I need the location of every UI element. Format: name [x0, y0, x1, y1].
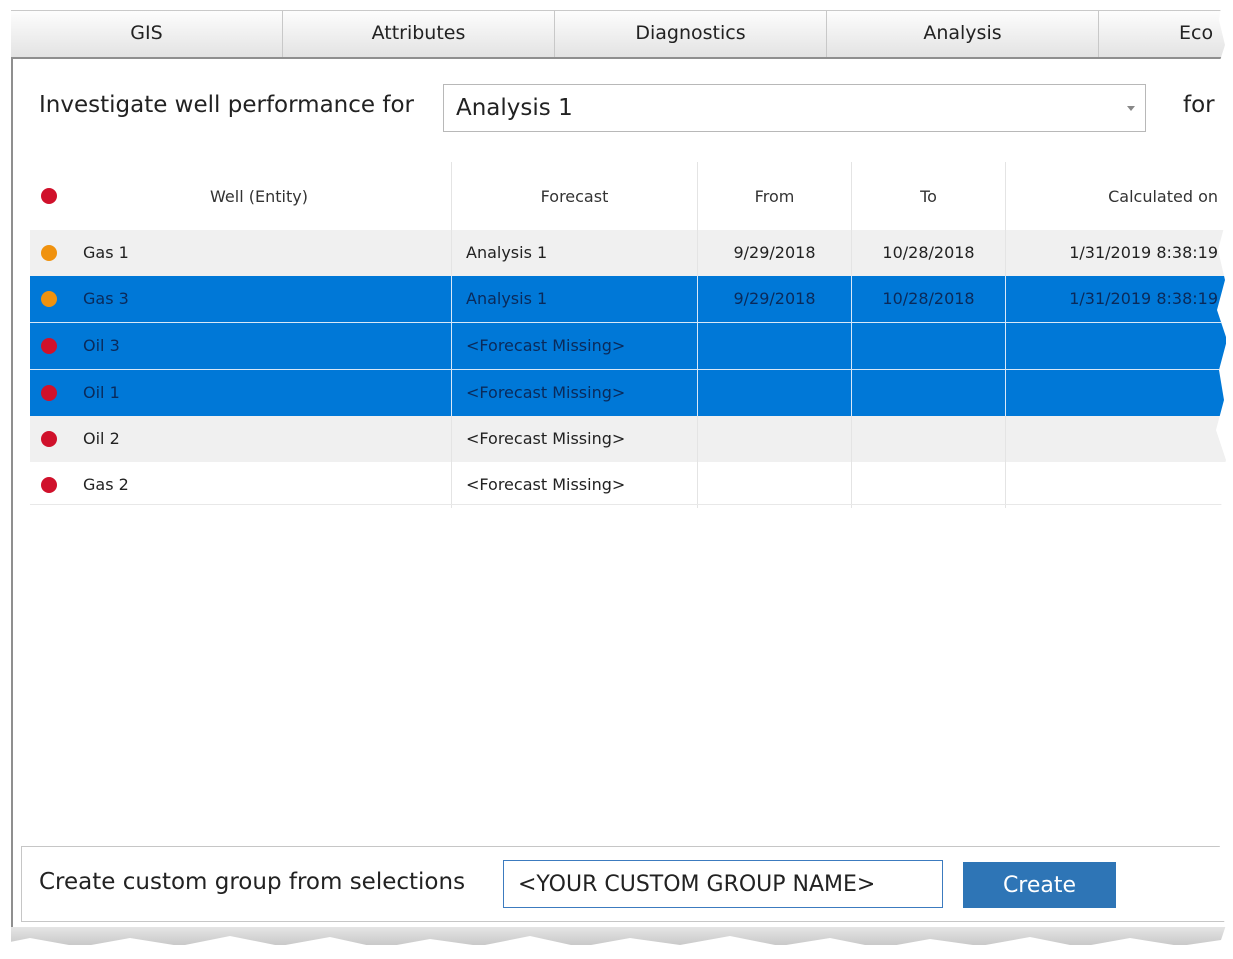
header-well[interactable]: Well (Entity)	[67, 162, 452, 230]
to-cell	[852, 370, 1006, 416]
table-row[interactable]: Oil 3 <Forecast Missing>	[30, 322, 1226, 369]
calculated-cell	[1006, 323, 1226, 369]
header-from[interactable]: From	[698, 162, 852, 230]
grid-header-row: Well (Entity) Forecast From To Calculate…	[30, 162, 1226, 230]
from-cell	[698, 416, 852, 462]
status-dot-icon	[41, 385, 57, 401]
table-row[interactable]: Oil 1 <Forecast Missing>	[30, 369, 1226, 416]
to-cell	[852, 416, 1006, 462]
calculated-cell	[1006, 416, 1226, 462]
status-dot-icon	[41, 431, 57, 447]
analysis-dropdown-value: Analysis 1	[456, 95, 573, 121]
forecast-cell: <Forecast Missing>	[452, 462, 698, 508]
tab-analysis[interactable]: Analysis	[827, 11, 1099, 57]
status-cell	[30, 230, 67, 276]
from-cell	[698, 370, 852, 416]
from-cell	[698, 462, 852, 508]
wells-grid: Well (Entity) Forecast From To Calculate…	[30, 162, 1226, 508]
forecast-cell: Analysis 1	[452, 276, 698, 322]
status-header-cell[interactable]	[30, 162, 67, 230]
header-forecast[interactable]: Forecast	[452, 162, 698, 230]
status-cell	[30, 416, 67, 462]
well-cell: Gas 1	[67, 230, 452, 276]
table-row[interactable]: Gas 2 <Forecast Missing>	[30, 462, 1226, 508]
bottom-scroll-strip	[11, 927, 1226, 945]
table-row[interactable]: Gas 3 Analysis 1 9/29/2018 10/28/2018 1/…	[30, 276, 1226, 322]
well-cell: Oil 2	[67, 416, 452, 462]
well-cell: Oil 3	[67, 323, 452, 369]
to-cell: 10/28/2018	[852, 276, 1006, 322]
well-cell: Gas 2	[67, 462, 452, 508]
for-label: for	[1183, 92, 1215, 118]
status-dot-icon	[41, 338, 57, 354]
investigate-label: Investigate well performance for	[39, 92, 414, 118]
custom-group-name-input[interactable]	[503, 860, 943, 908]
grid-divider	[30, 504, 1226, 505]
calculated-cell	[1006, 462, 1226, 508]
calculated-cell: 1/31/2019 8:38:19	[1069, 243, 1218, 262]
tab-diagnostics[interactable]: Diagnostics	[555, 11, 827, 57]
table-row[interactable]: Gas 1 Analysis 1 9/29/2018 10/28/2018 1/…	[30, 230, 1226, 276]
to-cell	[852, 323, 1006, 369]
tab-attributes[interactable]: Attributes	[283, 11, 555, 57]
tab-gis[interactable]: GIS	[11, 11, 283, 57]
status-cell	[30, 370, 67, 416]
create-button[interactable]: Create	[963, 862, 1116, 908]
tab-economics[interactable]: Eco	[1099, 11, 1226, 57]
from-cell	[698, 323, 852, 369]
status-cell	[30, 462, 67, 508]
to-cell	[852, 462, 1006, 508]
status-cell	[30, 323, 67, 369]
calculated-cell	[1006, 370, 1226, 416]
from-cell: 9/29/2018	[698, 230, 852, 276]
custom-group-label: Create custom group from selections	[39, 869, 466, 895]
forecast-cell: <Forecast Missing>	[452, 416, 698, 462]
analysis-dropdown[interactable]: Analysis 1	[443, 84, 1146, 132]
header-calculated-on[interactable]: Calculated on	[1006, 162, 1226, 230]
forecast-cell: <Forecast Missing>	[452, 370, 698, 416]
status-dot-icon	[41, 245, 57, 261]
forecast-cell: <Forecast Missing>	[452, 323, 698, 369]
status-dot-icon	[41, 477, 57, 493]
status-cell	[30, 276, 67, 322]
dropdown-arrow-icon[interactable]	[1127, 106, 1135, 111]
header-to[interactable]: To	[852, 162, 1006, 230]
from-cell: 9/29/2018	[698, 276, 852, 322]
well-cell: Oil 1	[67, 370, 452, 416]
tab-bar: GIS Attributes Diagnostics Analysis Eco	[11, 10, 1226, 58]
status-dot-icon	[41, 291, 57, 307]
table-row[interactable]: Oil 2 <Forecast Missing>	[30, 416, 1226, 462]
window-frame: GIS Attributes Diagnostics Analysis Eco …	[0, 0, 1227, 948]
to-cell: 10/28/2018	[852, 230, 1006, 276]
forecast-cell: Analysis 1	[452, 230, 698, 276]
calculated-cell: 1/31/2019 8:38:19	[1069, 289, 1218, 308]
status-dot-icon	[41, 188, 57, 204]
well-cell: Gas 3	[67, 276, 452, 322]
